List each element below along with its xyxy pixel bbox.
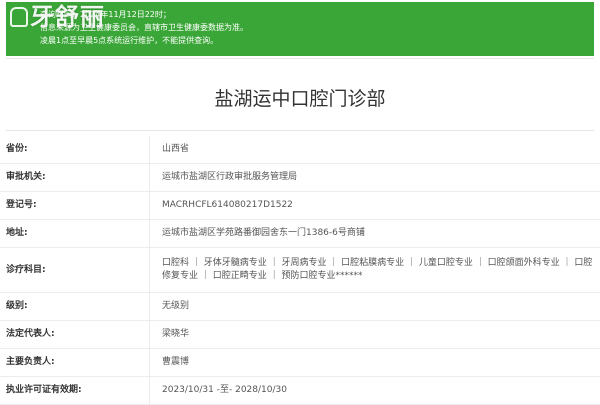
row-value-province: 山西省: [150, 136, 600, 164]
row-label-principal: 主要负责人:: [0, 349, 150, 377]
table-row: 法定代表人: 梁晓华: [0, 321, 600, 349]
site-logo[interactable]: 牙舒丽: [10, 2, 105, 32]
row-label-legal-rep: 法定代表人:: [0, 321, 150, 349]
row-label-license-validity: 执业许可证有效期:: [0, 377, 150, 405]
row-value-license-validity: 2023/10/31 -至- 2028/10/30: [150, 377, 600, 405]
table-row: 主要负责人: 曹震博: [0, 349, 600, 377]
table-row: 省份: 山西省: [0, 136, 600, 164]
logo-text: 牙舒丽: [30, 2, 105, 31]
row-value-legal-rep: 梁晓华: [150, 321, 600, 349]
divider: [6, 58, 594, 59]
table-row: 地址: 运城市盐湖区学苑路番御园舍东一门1386-6号商铺: [0, 220, 600, 248]
table-row: 级别: 无级别: [0, 293, 600, 321]
tooth-icon: [10, 7, 28, 27]
page-title: 盐湖运中口腔门诊部: [0, 84, 600, 111]
clinic-info-table: 省份: 山西省 审批机关: 运城市盐湖区行政审批服务管理局 登记号: MACRH…: [0, 136, 600, 405]
row-value-departments: 口腔科 ｜ 牙体牙髓病专业 ｜ 牙周病专业 ｜ 口腔粘膜病专业 ｜ 儿童口腔专业…: [150, 248, 600, 293]
row-label-address: 地址:: [0, 220, 150, 248]
row-value-principal: 曹震博: [150, 349, 600, 377]
row-value-registration: MACRHCFL614080217D1522: [150, 192, 600, 220]
divider: [6, 130, 594, 131]
row-value-authority: 运城市盐湖区行政审批服务管理局: [150, 164, 600, 192]
row-label-province: 省份:: [0, 136, 150, 164]
notice-line: 查询时间：2024年11月12日22时；: [40, 8, 584, 21]
table-row: 登记号: MACRHCFL614080217D1522: [0, 192, 600, 220]
row-value-level: 无级别: [150, 293, 600, 321]
table-row: 执业许可证有效期: 2023/10/31 -至- 2028/10/30: [0, 377, 600, 405]
row-label-authority: 审批机关:: [0, 164, 150, 192]
row-label-registration: 登记号:: [0, 192, 150, 220]
notice-line: 凌晨1点至早晨5点系统运行维护，不能提供查询。: [40, 34, 584, 47]
notice-list: 查询时间：2024年11月12日22时； 信息来源为卫生健康委员会，直辖市卫生健…: [28, 8, 584, 47]
notice-line: 信息来源为卫生健康委员会，直辖市卫生健康委数据为准。: [40, 21, 584, 34]
row-value-address: 运城市盐湖区学苑路番御园舍东一门1386-6号商铺: [150, 220, 600, 248]
table-row: 诊疗科目: 口腔科 ｜ 牙体牙髓病专业 ｜ 牙周病专业 ｜ 口腔粘膜病专业 ｜ …: [0, 248, 600, 293]
row-label-level: 级别:: [0, 293, 150, 321]
row-label-departments: 诊疗科目:: [0, 248, 150, 293]
table-row: 审批机关: 运城市盐湖区行政审批服务管理局: [0, 164, 600, 192]
